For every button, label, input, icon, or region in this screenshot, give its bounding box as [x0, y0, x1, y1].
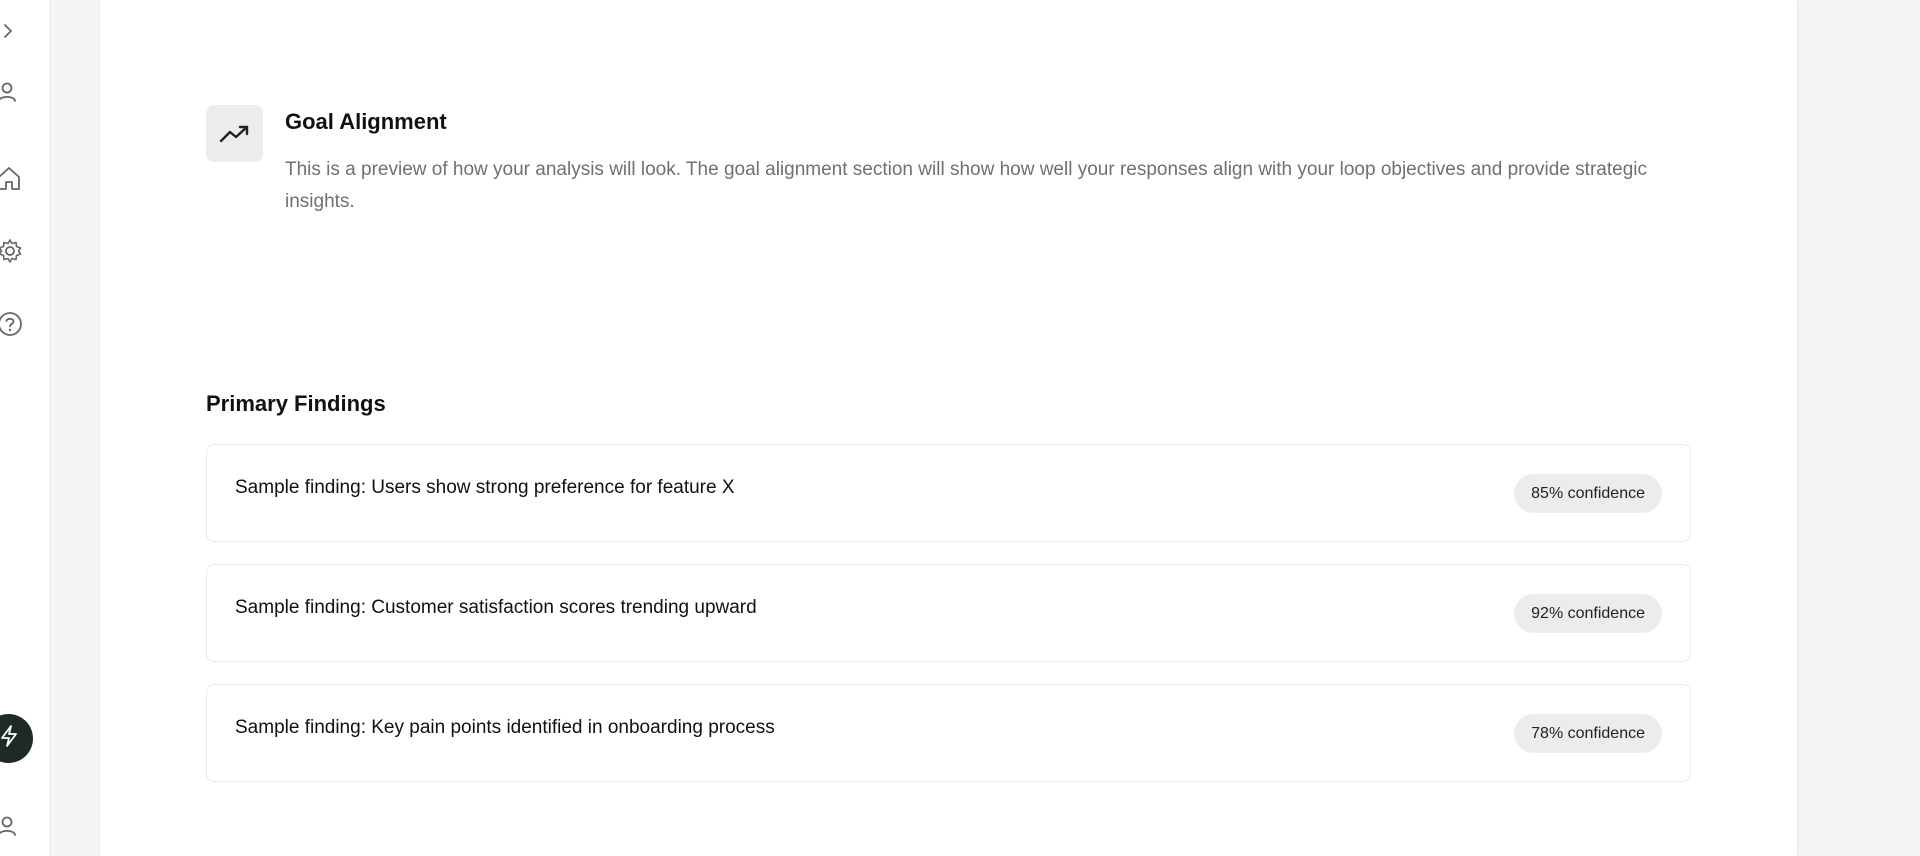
- finding-card: Sample finding: Users show strong prefer…: [206, 444, 1691, 542]
- finding-text: Sample finding: Customer satisfaction sc…: [235, 597, 757, 618]
- confidence-badge: 85% confidence: [1514, 474, 1662, 513]
- confidence-badge: 78% confidence: [1514, 714, 1662, 753]
- user-icon[interactable]: [0, 811, 22, 841]
- finding-card: Sample finding: Customer satisfaction sc…: [206, 564, 1691, 662]
- chevron-right-icon[interactable]: [0, 16, 23, 46]
- home-icon[interactable]: [0, 163, 24, 193]
- sidebar: [0, 0, 51, 856]
- trending-up-icon: [206, 105, 263, 162]
- finding-text: Sample finding: Key pain points identifi…: [235, 717, 775, 738]
- goal-alignment-title: Goal Alignment: [285, 109, 447, 134]
- goal-alignment-description: This is a preview of how your analysis w…: [285, 159, 1647, 212]
- gear-icon[interactable]: [0, 236, 25, 266]
- lightning-icon: [0, 724, 20, 753]
- finding-card: Sample finding: Key pain points identifi…: [206, 684, 1691, 782]
- user-icon[interactable]: [0, 77, 22, 107]
- confidence-badge: 92% confidence: [1514, 594, 1662, 633]
- primary-findings-title: Primary Findings: [206, 391, 386, 416]
- help-icon[interactable]: [0, 309, 25, 339]
- lightning-button[interactable]: [0, 714, 33, 763]
- finding-text: Sample finding: Users show strong prefer…: [235, 477, 735, 498]
